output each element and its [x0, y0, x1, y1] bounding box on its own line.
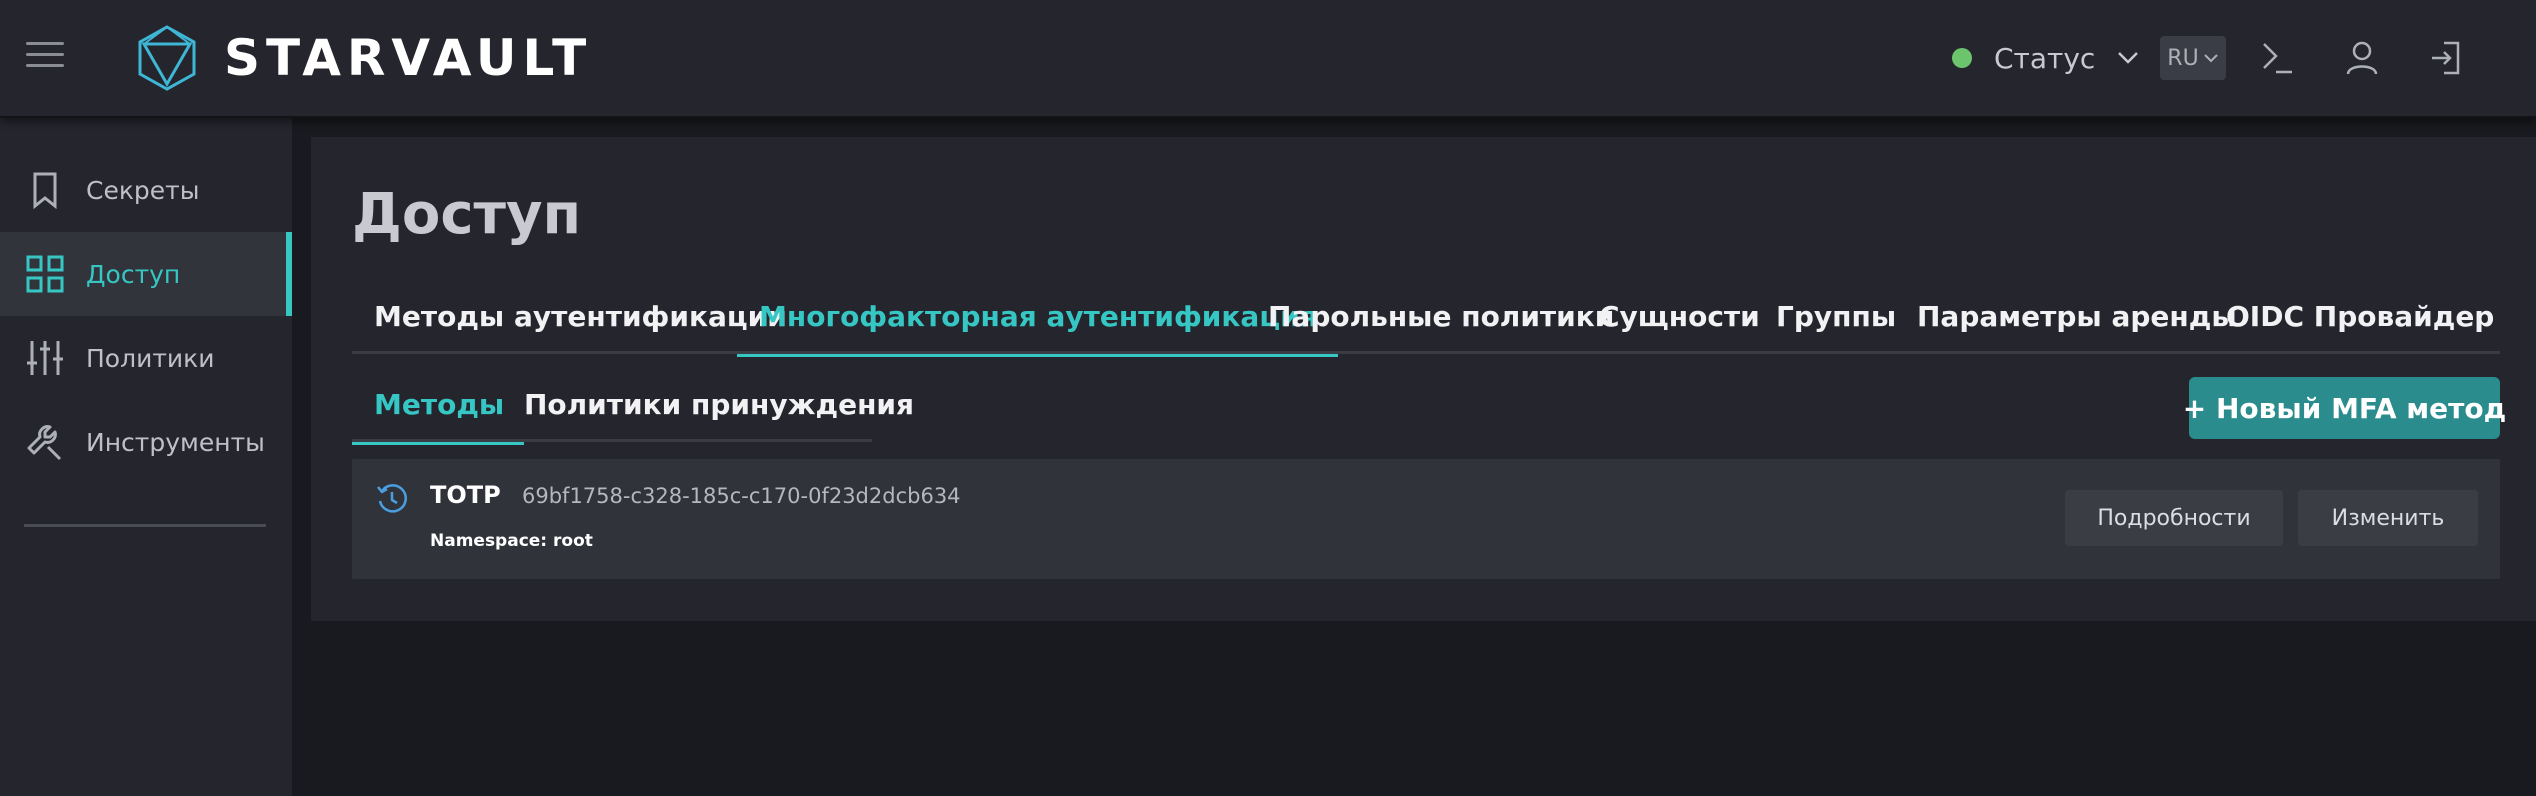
logo-text: STARVAULT: [224, 29, 593, 87]
top-header: STARVAULT Статус RU: [0, 0, 2536, 118]
sidebar-item-label: Секреты: [86, 175, 200, 205]
new-mfa-method-button[interactable]: + Новый MFA метод: [2183, 377, 2506, 439]
logout-icon[interactable]: [2426, 38, 2466, 78]
sidebar-item-secrets[interactable]: Секреты: [0, 148, 292, 232]
sub-tabs: Методы Политики принуждения: [351, 376, 914, 445]
logo-icon: [138, 25, 196, 91]
method-namespace: Namespace: root: [430, 531, 593, 551]
sidebar-item-policies[interactable]: Политики: [0, 316, 292, 400]
status-label: Статус: [1994, 41, 2096, 75]
tab-entities[interactable]: Сущности: [1599, 288, 1760, 354]
sidebar-item-label: Доступ: [86, 259, 181, 289]
edit-button[interactable]: Изменить: [2298, 490, 2478, 546]
main-tabs: Методы аутентификации Многофакторная аут…: [352, 288, 2500, 357]
subtab-methods[interactable]: Методы: [351, 376, 525, 445]
terminal-icon[interactable]: [2258, 38, 2298, 78]
page-title: Доступ: [352, 182, 582, 247]
sidebar-item-label: Политики: [86, 343, 215, 373]
subtab-enforcement-policies[interactable]: Политики принуждения: [524, 376, 914, 442]
wrench-icon: [27, 425, 62, 461]
language-selector[interactable]: RU: [2160, 36, 2226, 80]
tab-lease-params[interactable]: Параметры аренды: [1917, 288, 2237, 354]
history-icon: [377, 484, 407, 513]
menu-icon[interactable]: [26, 42, 64, 72]
details-button[interactable]: Подробности: [2065, 490, 2283, 546]
sliders-icon: [27, 341, 63, 375]
sidebar: Секреты Доступ Политики Инструменты: [0, 118, 292, 796]
status-dropdown[interactable]: Статус: [1952, 38, 2139, 78]
sidebar-item-tools[interactable]: Инструменты: [0, 400, 292, 484]
method-type: TOTP: [430, 481, 501, 509]
tab-groups[interactable]: Группы: [1776, 288, 1896, 354]
method-id: 69bf1758-c328-185c-c170-0f23d2dcb634: [522, 484, 961, 508]
chevron-down-icon: [2118, 52, 2139, 64]
grid-icon: [26, 255, 64, 293]
tab-password-policies[interactable]: Парольные политики: [1268, 288, 1614, 354]
sidebar-item-access[interactable]: Доступ: [0, 232, 292, 316]
bookmark-icon: [33, 172, 57, 210]
tab-auth-methods[interactable]: Методы аутентификации: [374, 288, 787, 354]
list-item[interactable]: TOTP 69bf1758-c328-185c-c170-0f23d2dcb63…: [352, 459, 2500, 579]
sidebar-item-label: Инструменты: [86, 427, 265, 457]
chevron-down-icon: [2203, 54, 2218, 63]
tab-oidc-provider[interactable]: OIDC Провайдер: [2226, 288, 2494, 354]
status-indicator: [1952, 48, 1972, 68]
tab-mfa[interactable]: Многофакторная аутентификация: [737, 288, 1338, 357]
sidebar-divider: [24, 524, 266, 527]
language-label: RU: [2167, 45, 2199, 71]
user-icon[interactable]: [2342, 38, 2382, 78]
